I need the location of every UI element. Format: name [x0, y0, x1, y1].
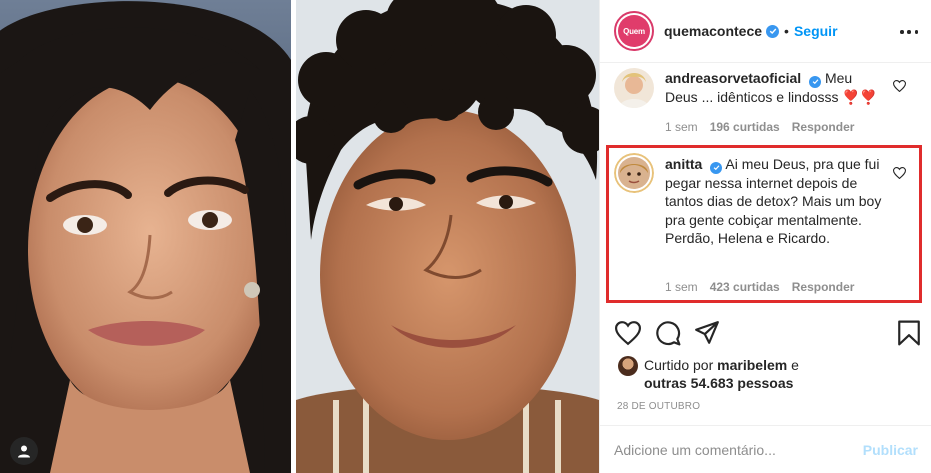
liked-by-connector: e — [791, 357, 799, 373]
more-options-icon[interactable] — [900, 24, 918, 40]
author-avatar-logo: Quem — [618, 15, 650, 47]
add-comment-bar: Publicar — [600, 425, 931, 473]
author-avatar[interactable]: Quem — [614, 11, 654, 51]
comment-username[interactable]: andreasorvetaoficial — [665, 70, 801, 86]
post-side-panel: Quem quemacontece • Seguir andreasorveta… — [599, 0, 931, 473]
man-portrait-illustration — [296, 0, 599, 473]
woman-portrait-illustration — [0, 1, 291, 473]
liked-by-text: Curtido por maribelem e outras 54.683 pe… — [644, 356, 914, 392]
liked-by-user[interactable]: maribelem — [717, 357, 787, 373]
post-photo[interactable] — [0, 0, 599, 473]
post-header: Quem quemacontece • Seguir — [600, 0, 931, 63]
follow-button[interactable]: Seguir — [794, 23, 838, 39]
reply-button[interactable]: Responder — [792, 120, 855, 134]
comment-likes[interactable]: 196 curtidas — [710, 120, 780, 134]
comment-avatar[interactable] — [614, 68, 654, 108]
photo-left-portrait — [0, 0, 291, 473]
photo-right-portrait — [296, 0, 599, 473]
comment-body: andreasorvetaoficial Meu Deus ... idênti… — [665, 69, 883, 106]
liked-by-others[interactable]: outras 54.683 pessoas — [644, 375, 793, 391]
verified-badge-icon — [809, 75, 822, 88]
post-actions — [600, 320, 931, 350]
liked-by-prefix: Curtido por — [644, 357, 714, 373]
heart-icon[interactable] — [615, 320, 641, 346]
highlight-box — [606, 145, 922, 303]
share-icon[interactable] — [694, 320, 720, 346]
comment-heart-icon[interactable] — [893, 80, 906, 92]
comment-input[interactable] — [614, 439, 844, 461]
person-icon — [18, 445, 30, 458]
verified-badge-icon — [766, 24, 780, 38]
comment-icon[interactable] — [655, 320, 681, 346]
bookmark-icon[interactable] — [896, 320, 922, 346]
comment-age[interactable]: 1 sem — [665, 120, 698, 134]
comment-meta: 1 sem 196 curtidas Responder — [665, 120, 854, 134]
post-date[interactable]: 28 DE OUTUBRO — [617, 401, 700, 412]
author-username[interactable]: quemacontece — [664, 23, 762, 39]
liked-by-avatar[interactable] — [618, 356, 638, 376]
publish-button[interactable]: Publicar — [863, 442, 918, 458]
header-separator: • — [784, 23, 789, 39]
comment-andreasorvetaoficial: andreasorvetaoficial Meu Deus ... idênti… — [600, 63, 931, 145]
tagged-user-icon[interactable] — [10, 437, 38, 465]
